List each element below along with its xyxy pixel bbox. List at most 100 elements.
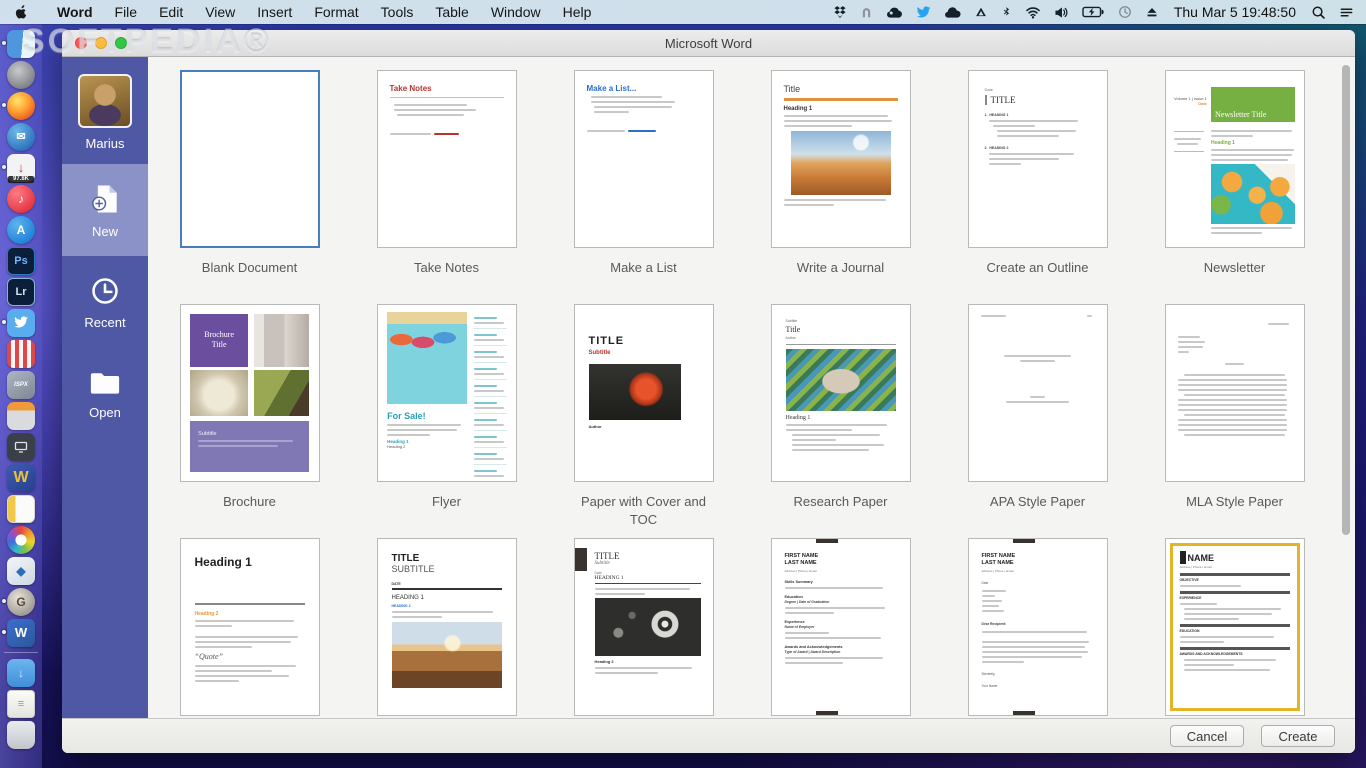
- gdrive-icon[interactable]: [974, 6, 988, 19]
- finder-icon: [7, 30, 35, 58]
- dock-w-app[interactable]: W: [6, 463, 36, 492]
- template-card-resume[interactable]: FIRST NAMELAST NAME Address | Phone | Em…: [742, 538, 939, 718]
- dock-launchpad[interactable]: [6, 60, 36, 89]
- template-card-write-a-journal[interactable]: Title Heading 1 Write a Journal: [742, 70, 939, 304]
- dock-virtualbox[interactable]: ◆: [6, 556, 36, 585]
- menu-insert[interactable]: Insert: [246, 4, 303, 20]
- template-thumbnail: BrochureTitle Subtitle: [180, 304, 320, 482]
- dock-thunderbird[interactable]: ✉: [6, 122, 36, 151]
- window-title-bar[interactable]: Microsoft Word: [62, 30, 1355, 57]
- notification-center-icon[interactable]: [1339, 5, 1354, 20]
- menu-table[interactable]: Table: [424, 4, 479, 20]
- dock-calculator[interactable]: [6, 401, 36, 430]
- dock-mail-stack[interactable]: ≡: [6, 689, 36, 718]
- apple-menu-icon[interactable]: [14, 4, 28, 20]
- menu-view[interactable]: View: [194, 4, 246, 20]
- template-card-paper-with-cover-and-toc[interactable]: TITLE Subtitle Author Paper with Cover a…: [545, 304, 742, 538]
- menu-window[interactable]: Window: [480, 4, 552, 20]
- template-card-create-an-outline[interactable]: Date TITLE 1. HEADING 1 2. HEADING 2 Cre…: [939, 70, 1136, 304]
- menu-word[interactable]: Word: [46, 4, 104, 20]
- menu-help[interactable]: Help: [552, 4, 603, 20]
- time-machine-icon[interactable]: [1118, 5, 1132, 19]
- template-label: APA Style Paper: [963, 493, 1113, 511]
- firefox-icon: [7, 92, 35, 120]
- close-button[interactable]: [75, 37, 87, 49]
- spotlight-icon[interactable]: [1311, 5, 1326, 20]
- itunes-icon: ♪: [7, 185, 35, 213]
- template-card-titledark[interactable]: TITLE Subtitle Date HEADING 1 Heading 2: [545, 538, 742, 718]
- minimize-button[interactable]: [95, 37, 107, 49]
- zoom-button[interactable]: [115, 37, 127, 49]
- twitter-icon[interactable]: [916, 6, 931, 19]
- photoshop-icon: Ps: [7, 247, 35, 275]
- sidebar-item-recent[interactable]: Recent: [62, 256, 148, 348]
- dock-popcorn-time[interactable]: [6, 339, 36, 368]
- dock-firefox[interactable]: [6, 91, 36, 120]
- template-thumbnail: FIRST NAMELAST NAME Address | Phone | Em…: [771, 538, 911, 716]
- template-card-blank-document[interactable]: Blank Document: [151, 70, 348, 304]
- lock-icon[interactable]: [860, 5, 873, 19]
- dock-photos[interactable]: [6, 525, 36, 554]
- remote-desktop-icon: [7, 433, 35, 461]
- template-card-research-paper[interactable]: Subtitle Title Author Heading 1 Research…: [742, 304, 939, 538]
- onedrive-icon[interactable]: [944, 6, 961, 19]
- cloud-icon[interactable]: [886, 6, 903, 19]
- bluetooth-icon[interactable]: [1001, 5, 1012, 19]
- dock-ispx[interactable]: ISPX: [6, 370, 36, 399]
- template-thumbnail: TITLE Subtitle Date HEADING 1 Heading 2: [574, 538, 714, 716]
- menu-file[interactable]: File: [104, 4, 149, 20]
- template-card-resumegold[interactable]: NAME Address | Phone | Email OBJECTIVE E…: [1136, 538, 1333, 718]
- dock-word[interactable]: W: [6, 618, 36, 647]
- dock-itunes[interactable]: ♪: [6, 184, 36, 213]
- dock-finder[interactable]: [6, 29, 36, 58]
- template-card-brochure[interactable]: BrochureTitle Subtitle Brochure: [151, 304, 348, 538]
- cancel-button[interactable]: Cancel: [1170, 725, 1244, 747]
- menu-format[interactable]: Format: [303, 4, 369, 20]
- volume-icon[interactable]: [1054, 6, 1069, 19]
- battery-icon[interactable]: [1082, 6, 1105, 18]
- dock-twitter[interactable]: [6, 308, 36, 337]
- dropbox-icon[interactable]: [833, 5, 847, 19]
- dock-photoshop[interactable]: Ps: [6, 246, 36, 275]
- template-label: Brochure: [175, 493, 325, 511]
- dock-downloads-folder[interactable]: ↓: [6, 658, 36, 687]
- sidebar-item-new[interactable]: New: [62, 164, 148, 256]
- wifi-icon[interactable]: [1025, 6, 1041, 19]
- app-menus: WordFileEditViewInsertFormatToolsTableWi…: [46, 0, 602, 24]
- menu-bar: WordFileEditViewInsertFormatToolsTableWi…: [0, 0, 1366, 24]
- template-thumbnail: TITLE Subtitle Author: [574, 304, 714, 482]
- menu-edit[interactable]: Edit: [148, 4, 194, 20]
- app-store-icon: A: [7, 216, 35, 244]
- template-card-titlesub[interactable]: TITLE SUBTITLE DATE HEADING 1 HEADING 2: [348, 538, 545, 718]
- template-label: MLA Style Paper: [1160, 493, 1310, 511]
- dock-gimp[interactable]: G: [6, 587, 36, 616]
- eject-icon[interactable]: [1145, 6, 1159, 19]
- template-card-heading1[interactable]: Heading 1 Heading 2 “Quote”: [151, 538, 348, 718]
- create-button[interactable]: Create: [1261, 725, 1335, 747]
- dock-remote-desktop[interactable]: [6, 432, 36, 461]
- dock-lightroom[interactable]: Lr: [6, 277, 36, 306]
- template-card-mla-style-paper[interactable]: MLA Style Paper: [1136, 304, 1333, 538]
- template-thumbnail: Newsletter Title Volume 1 | Issue 1 Date…: [1165, 70, 1305, 248]
- dock-trash[interactable]: [6, 720, 36, 749]
- running-indicator: [2, 320, 6, 324]
- dock-app-store[interactable]: A: [6, 215, 36, 244]
- lightroom-icon: Lr: [7, 278, 35, 306]
- template-card-take-notes[interactable]: Take Notes Take Notes: [348, 70, 545, 304]
- thunderbird-icon: ✉: [7, 123, 35, 151]
- user-block[interactable]: Marius: [62, 57, 148, 164]
- dock-office-document[interactable]: [6, 494, 36, 523]
- dock-badge: 97.8K: [8, 176, 34, 183]
- sidebar-item-open[interactable]: Open: [62, 348, 148, 440]
- template-card-coverletter[interactable]: FIRST NAMELAST NAME Address | Phone | Em…: [939, 538, 1136, 718]
- twitter-icon: [7, 309, 35, 337]
- template-card-flyer[interactable]: For Sale! Heading 1 Heading 2 Flyer: [348, 304, 545, 538]
- recent-clock-icon: [88, 274, 122, 308]
- gallery-sidebar: Marius New Recent Open: [62, 57, 148, 718]
- template-card-make-a-list[interactable]: Make a List... Make a List: [545, 70, 742, 304]
- menu-tools[interactable]: Tools: [370, 4, 425, 20]
- dock-download-manager[interactable]: ↓ 97.8K: [6, 153, 36, 182]
- template-card-apa-style-paper[interactable]: APA Style Paper: [939, 304, 1136, 538]
- template-card-newsletter[interactable]: Newsletter Title Volume 1 | Issue 1 Date…: [1136, 70, 1333, 304]
- vertical-scrollbar[interactable]: [1342, 65, 1350, 535]
